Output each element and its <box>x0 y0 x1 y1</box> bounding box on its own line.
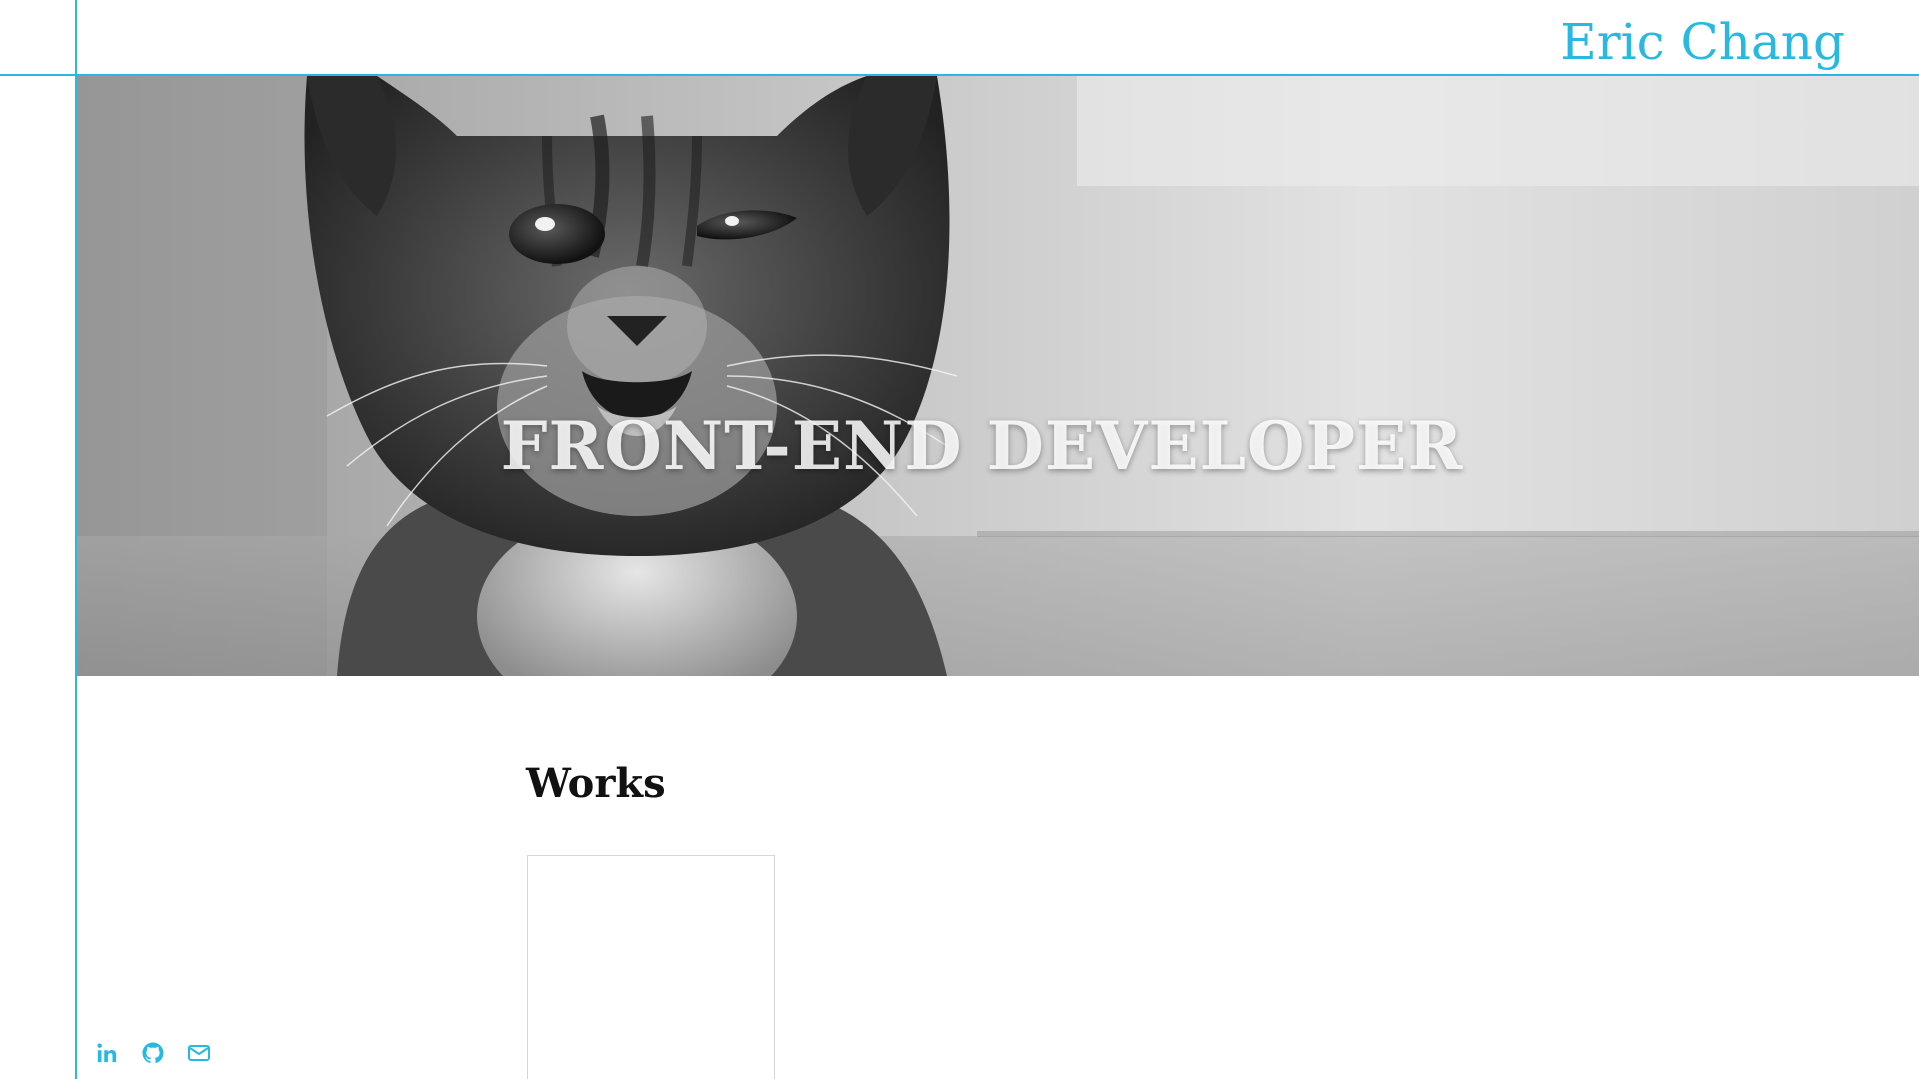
email-link[interactable] <box>186 1040 212 1066</box>
social-links <box>94 1040 212 1066</box>
work-card[interactable] <box>527 855 775 1079</box>
github-icon <box>142 1042 164 1064</box>
hero-title: FRONT-END DEVELOPER <box>500 407 1464 485</box>
linkedin-link[interactable] <box>94 1040 120 1066</box>
page: Eric Chang FRONT-END DEVELOPER Works <box>0 0 1919 1079</box>
github-link[interactable] <box>140 1040 166 1066</box>
linkedin-icon <box>97 1043 117 1063</box>
hero-kitten-image <box>77 76 1919 676</box>
site-brand-link[interactable]: Eric Chang <box>1560 6 1845 78</box>
envelope-icon <box>188 1045 210 1061</box>
works-heading: Works <box>526 760 666 807</box>
hero-banner: FRONT-END DEVELOPER <box>77 76 1919 676</box>
